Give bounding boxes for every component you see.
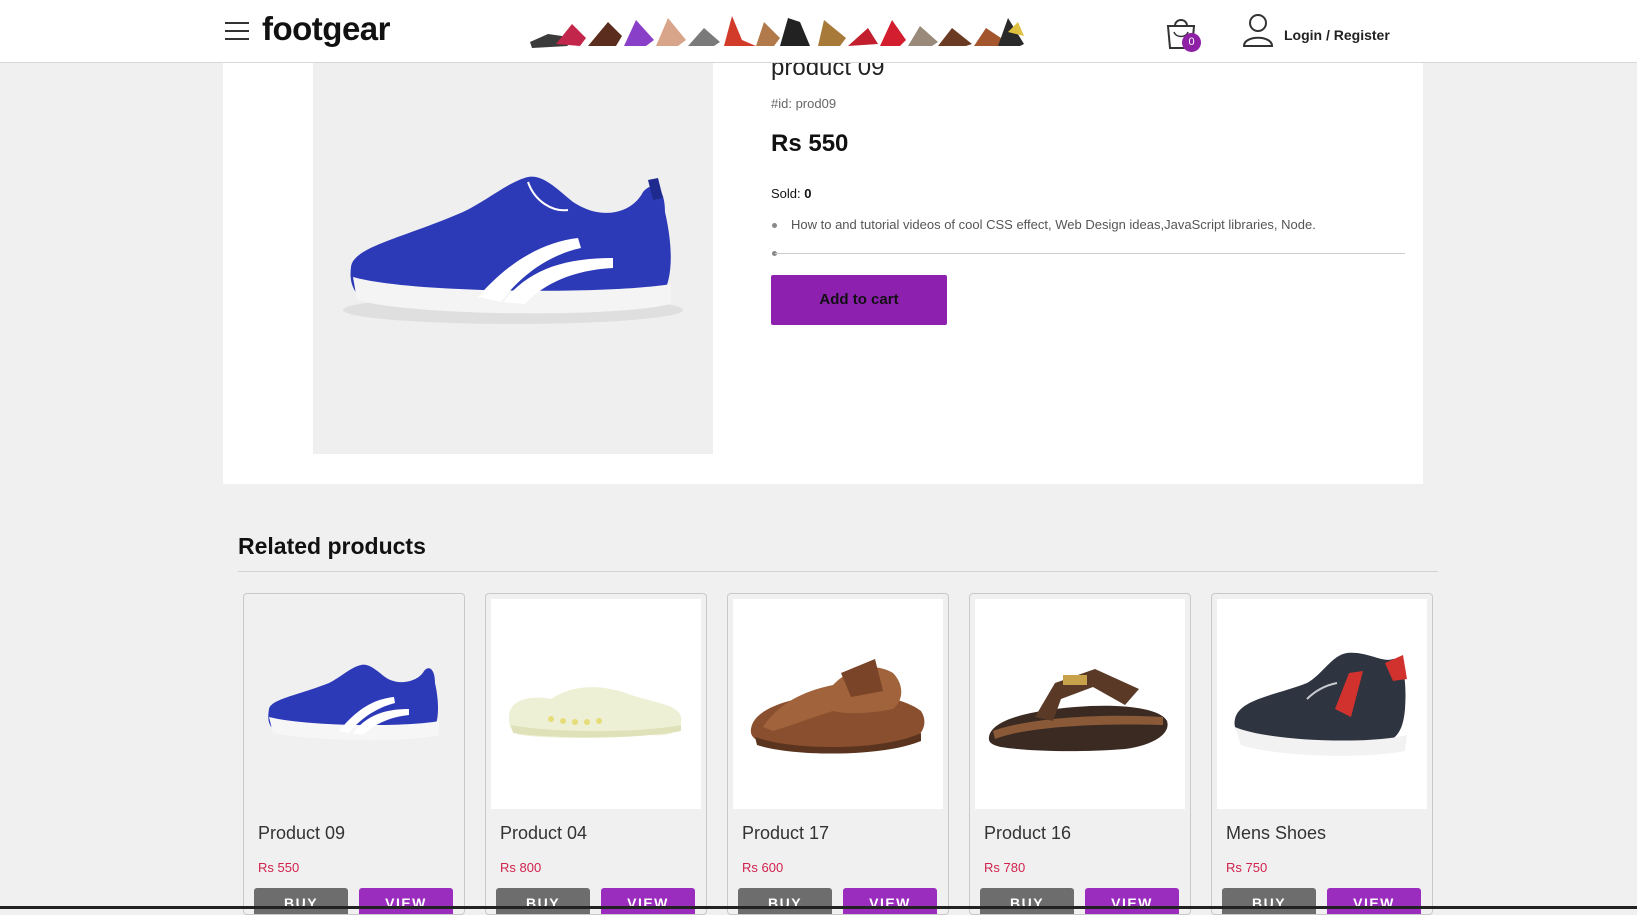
product-description: How to and tutorial videos of cool CSS e… bbox=[791, 217, 1316, 232]
shoes-banner-image bbox=[530, 16, 1024, 48]
user-icon[interactable] bbox=[1242, 13, 1274, 47]
related-products-heading: Related products bbox=[238, 533, 426, 559]
product-price: Rs 550 bbox=[771, 130, 849, 157]
product-price: Rs 750 bbox=[1226, 860, 1268, 875]
product-name[interactable]: Product 17 bbox=[742, 823, 829, 844]
menu-icon[interactable] bbox=[225, 22, 249, 42]
related-product-card[interactable]: Product 04 Rs 800 BUY VIEW bbox=[485, 593, 707, 915]
bullet-dot bbox=[772, 223, 777, 228]
view-button[interactable]: VIEW bbox=[1085, 888, 1179, 914]
sold-count: Sold: 0 bbox=[771, 186, 812, 201]
product-price: Rs 600 bbox=[742, 860, 784, 875]
product-name[interactable]: Product 09 bbox=[258, 823, 345, 844]
product-name[interactable]: Product 16 bbox=[984, 823, 1071, 844]
product-price: Rs 550 bbox=[258, 860, 300, 875]
login-register-link[interactable]: Login / Register bbox=[1284, 27, 1390, 43]
product-thumbnail[interactable] bbox=[733, 599, 943, 809]
product-id: #id: prod09 bbox=[771, 96, 837, 111]
buy-button[interactable]: BUY bbox=[496, 888, 590, 914]
site-header: footgear 0 Login / Register bbox=[0, 0, 1637, 63]
product-name[interactable]: Mens Shoes bbox=[1226, 823, 1326, 844]
related-product-card[interactable]: Product 16 Rs 780 BUY VIEW bbox=[969, 593, 1191, 915]
site-logo[interactable]: footgear bbox=[262, 10, 391, 48]
product-name[interactable]: Product 04 bbox=[500, 823, 587, 844]
related-product-card[interactable]: Product 09 Rs 550 BUY VIEW bbox=[243, 593, 465, 915]
related-product-card[interactable]: Product 17 Rs 600 BUY VIEW bbox=[727, 593, 949, 915]
divider bbox=[775, 253, 1405, 254]
related-product-card[interactable]: Mens Shoes Rs 750 BUY VIEW bbox=[1211, 593, 1433, 915]
product-thumbnail[interactable] bbox=[491, 599, 701, 809]
view-button[interactable]: VIEW bbox=[843, 888, 937, 914]
product-price: Rs 780 bbox=[984, 860, 1026, 875]
cart-count-badge: 0 bbox=[1182, 33, 1201, 52]
view-button[interactable]: VIEW bbox=[601, 888, 695, 914]
product-thumbnail[interactable] bbox=[249, 599, 459, 809]
add-to-cart-button[interactable]: Add to cart bbox=[771, 275, 947, 325]
product-price: Rs 800 bbox=[500, 860, 542, 875]
buy-button[interactable]: BUY bbox=[980, 888, 1074, 914]
product-main-image bbox=[313, 62, 713, 454]
divider bbox=[238, 571, 1438, 572]
product-detail-card: product 09 #id: prod09 Rs 550 Sold: 0 Ho… bbox=[223, 54, 1423, 484]
view-button[interactable]: VIEW bbox=[359, 888, 453, 914]
product-thumbnail[interactable] bbox=[1217, 599, 1427, 809]
sold-value: 0 bbox=[804, 186, 812, 201]
buy-button[interactable]: BUY bbox=[254, 888, 348, 914]
product-thumbnail[interactable] bbox=[975, 599, 1185, 809]
sold-label: Sold: bbox=[771, 186, 801, 201]
view-button[interactable]: VIEW bbox=[1327, 888, 1421, 914]
buy-button[interactable]: BUY bbox=[1222, 888, 1316, 914]
buy-button[interactable]: BUY bbox=[738, 888, 832, 914]
